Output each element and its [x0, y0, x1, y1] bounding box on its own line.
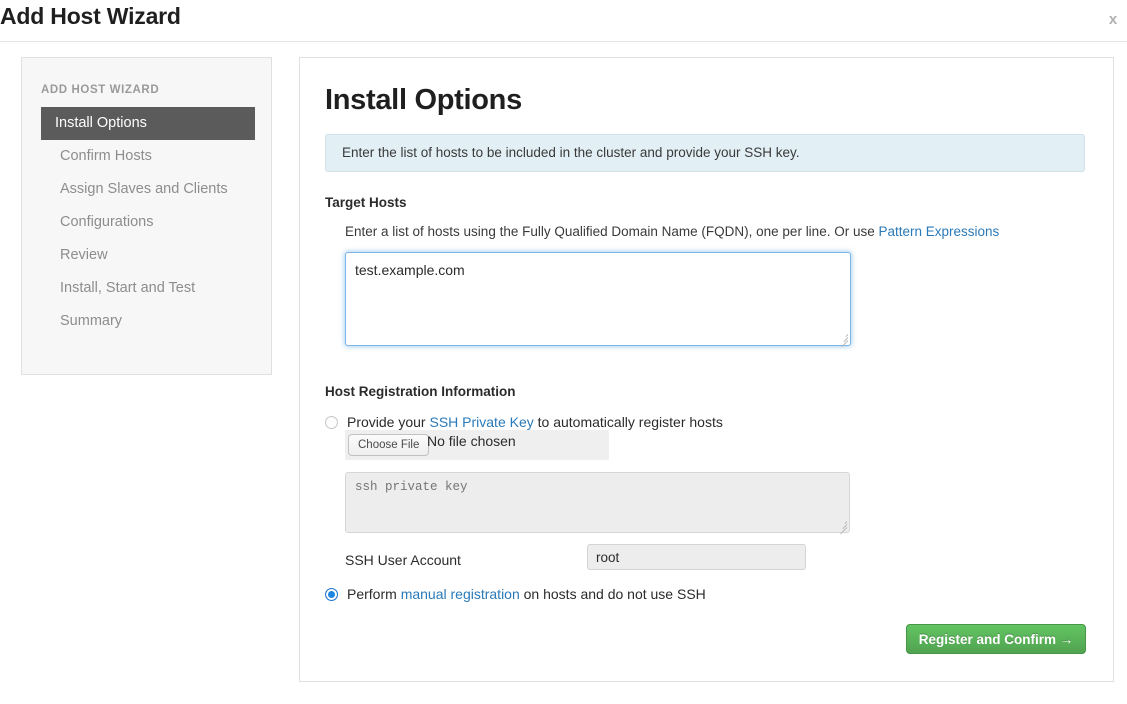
sidebar-item-confirm-hosts[interactable]: Confirm Hosts — [41, 140, 255, 173]
ssh-key-radio-row[interactable]: Provide your SSH Private Key to automati… — [325, 414, 723, 430]
info-banner: Enter the list of hosts to be included i… — [325, 134, 1085, 172]
close-icon[interactable]: x — [1101, 8, 1125, 30]
manual-option-text-after: on hosts and do not use SSH — [520, 586, 706, 602]
target-hosts-input[interactable] — [345, 252, 851, 346]
panel-title: Install Options — [325, 84, 522, 117]
target-hosts-helper-text: Enter a list of hosts using the Fully Qu… — [345, 224, 999, 239]
install-options-panel: Install Options Enter the list of hosts … — [299, 57, 1114, 682]
sidebar-item-review[interactable]: Review — [41, 239, 255, 272]
ssh-private-key-input[interactable] — [345, 472, 850, 533]
wizard-header: Add Host Wizard x — [0, 0, 1127, 42]
ssh-option-text-before: Provide your — [347, 414, 429, 430]
ssh-user-account-label: SSH User Account — [345, 552, 461, 568]
manual-registration-radio-row[interactable]: Perform manual registration on hosts and… — [325, 586, 706, 602]
ssh-user-account-input[interactable] — [587, 544, 806, 570]
host-registration-label: Host Registration Information — [325, 384, 516, 399]
target-hosts-label: Target Hosts — [325, 195, 407, 210]
ssh-private-key-textarea-wrapper — [345, 472, 850, 533]
sidebar-item-install-start-and-test[interactable]: Install, Start and Test — [41, 272, 255, 305]
sidebar-item-assign-slaves-and-clients[interactable]: Assign Slaves and Clients — [41, 173, 255, 206]
choose-file-button[interactable]: Choose File — [348, 434, 429, 456]
sidebar-step-list: Install Options Confirm Hosts Assign Sla… — [22, 107, 273, 338]
sidebar-heading: ADD HOST WIZARD — [41, 84, 159, 96]
sidebar-item-configurations[interactable]: Configurations — [41, 206, 255, 239]
file-status-text: No file chosen — [427, 433, 516, 449]
manual-registration-link[interactable]: manual registration — [401, 586, 520, 602]
sidebar-item-install-options[interactable]: Install Options — [41, 107, 255, 140]
page-title: Add Host Wizard — [0, 3, 181, 30]
ssh-option-text-after: to automatically register hosts — [534, 414, 723, 430]
target-hosts-textarea-wrapper — [345, 252, 851, 346]
sidebar-item-summary[interactable]: Summary — [41, 305, 255, 338]
register-and-confirm-button[interactable]: Register and Confirm → — [906, 624, 1086, 654]
radio-unchecked-icon[interactable] — [325, 416, 338, 429]
ssh-private-key-link[interactable]: SSH Private Key — [429, 414, 533, 430]
ssh-key-file-row: Choose File No file chosen — [345, 430, 609, 460]
radio-checked-icon[interactable] — [325, 588, 338, 601]
helper-text-prefix: Enter a list of hosts using the Fully Qu… — [345, 224, 878, 239]
pattern-expressions-link[interactable]: Pattern Expressions — [878, 224, 999, 239]
manual-option-text-before: Perform — [347, 586, 401, 602]
wizard-sidebar: ADD HOST WIZARD Install Options Confirm … — [21, 57, 272, 375]
